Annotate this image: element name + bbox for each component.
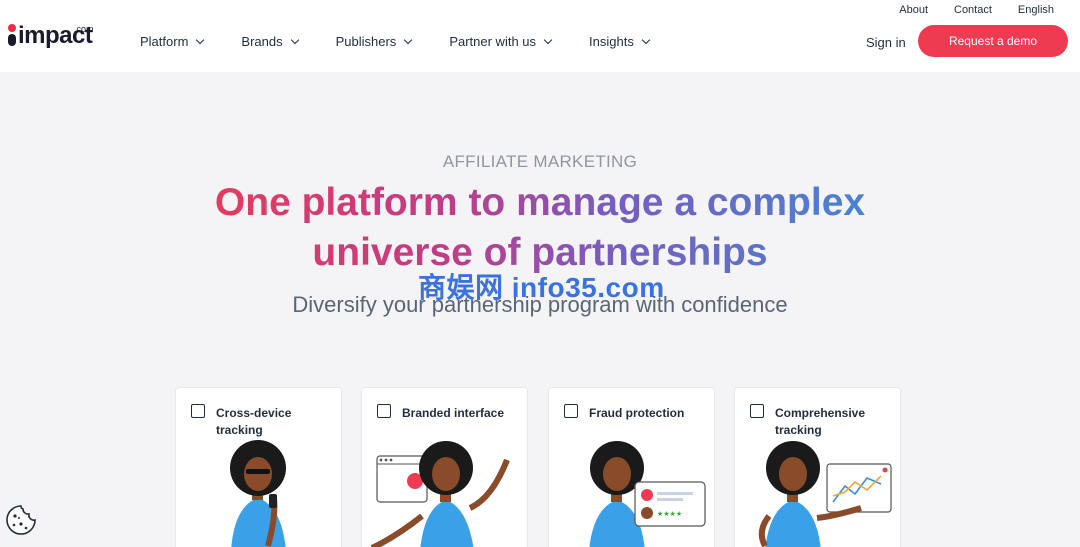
nav-item-label: Brands: [241, 34, 283, 49]
chevron-down-icon: [641, 35, 651, 44]
sign-in-link[interactable]: Sign in: [866, 35, 906, 50]
person-with-analytics-chart-illustration: [758, 441, 892, 547]
feature-card-title: Comprehensive tracking: [775, 406, 866, 437]
main-nav: Platform Brands Publishers Partner with …: [140, 34, 687, 49]
site-header: About Contact English impact .com Platfo…: [0, 0, 1080, 72]
nav-item-publishers[interactable]: Publishers: [335, 34, 413, 49]
logo-domain: .com: [74, 24, 94, 34]
feature-card-branded-interface[interactable]: Branded interface: [361, 387, 528, 547]
nav-item-label: Insights: [589, 34, 634, 49]
person-reviewing-profiles-illustration: ★★★★: [589, 441, 706, 547]
chevron-down-icon: [404, 35, 413, 44]
checkbox-icon[interactable]: [377, 404, 391, 418]
feature-card-comprehensive-tracking[interactable]: Comprehensive tracking: [734, 387, 901, 547]
feature-card-cross-device-tracking[interactable]: Cross-device tracking: [175, 387, 342, 547]
nav-item-label: Publishers: [335, 34, 397, 49]
language-selector[interactable]: English: [1018, 4, 1054, 16]
request-demo-button[interactable]: Request a demo: [918, 25, 1068, 57]
chevron-down-icon: [290, 35, 299, 44]
watermark-text: 商娱网 info35.com: [418, 272, 665, 303]
checkbox-icon[interactable]: [191, 404, 205, 418]
chevron-down-icon: [196, 35, 205, 44]
feature-card-title: Branded interface: [402, 406, 505, 420]
hero-eyebrow: AFFILIATE MARKETING: [442, 152, 638, 171]
nav-item-insights[interactable]: Insights: [589, 34, 651, 49]
cookie-icon: [6, 505, 36, 535]
chevron-down-icon: [543, 35, 553, 44]
checkbox-icon[interactable]: [750, 404, 764, 418]
feature-card-title: Fraud protection: [589, 406, 685, 420]
nav-item-platform[interactable]: Platform: [140, 34, 205, 49]
nav-item-label: Platform: [140, 34, 189, 49]
nav-item-brands[interactable]: Brands: [241, 34, 299, 49]
feature-card-title: Cross-device tracking: [216, 406, 292, 437]
checkbox-icon[interactable]: [564, 404, 578, 418]
hero-headline-line-1: One platform to manage a complex: [214, 181, 866, 224]
person-with-browser-illustration: [370, 441, 510, 547]
utility-link-contact[interactable]: Contact: [954, 4, 992, 16]
nav-item-label: Partner with us: [449, 34, 537, 49]
logo-mark-icon: [8, 24, 18, 50]
nav-item-partner-with-us[interactable]: Partner with us: [449, 34, 553, 49]
utility-link-about[interactable]: About: [899, 4, 928, 16]
svg-text:★★★★: ★★★★: [657, 510, 682, 518]
person-with-phone-illustration: [230, 440, 286, 547]
feature-card-fraud-protection[interactable]: Fraud protection ★★★★: [548, 387, 715, 547]
cookie-settings-button[interactable]: [4, 503, 38, 537]
utility-nav: About Contact English: [873, 4, 1054, 16]
hero-headline: One platform to manage a complex univers…: [140, 178, 940, 278]
